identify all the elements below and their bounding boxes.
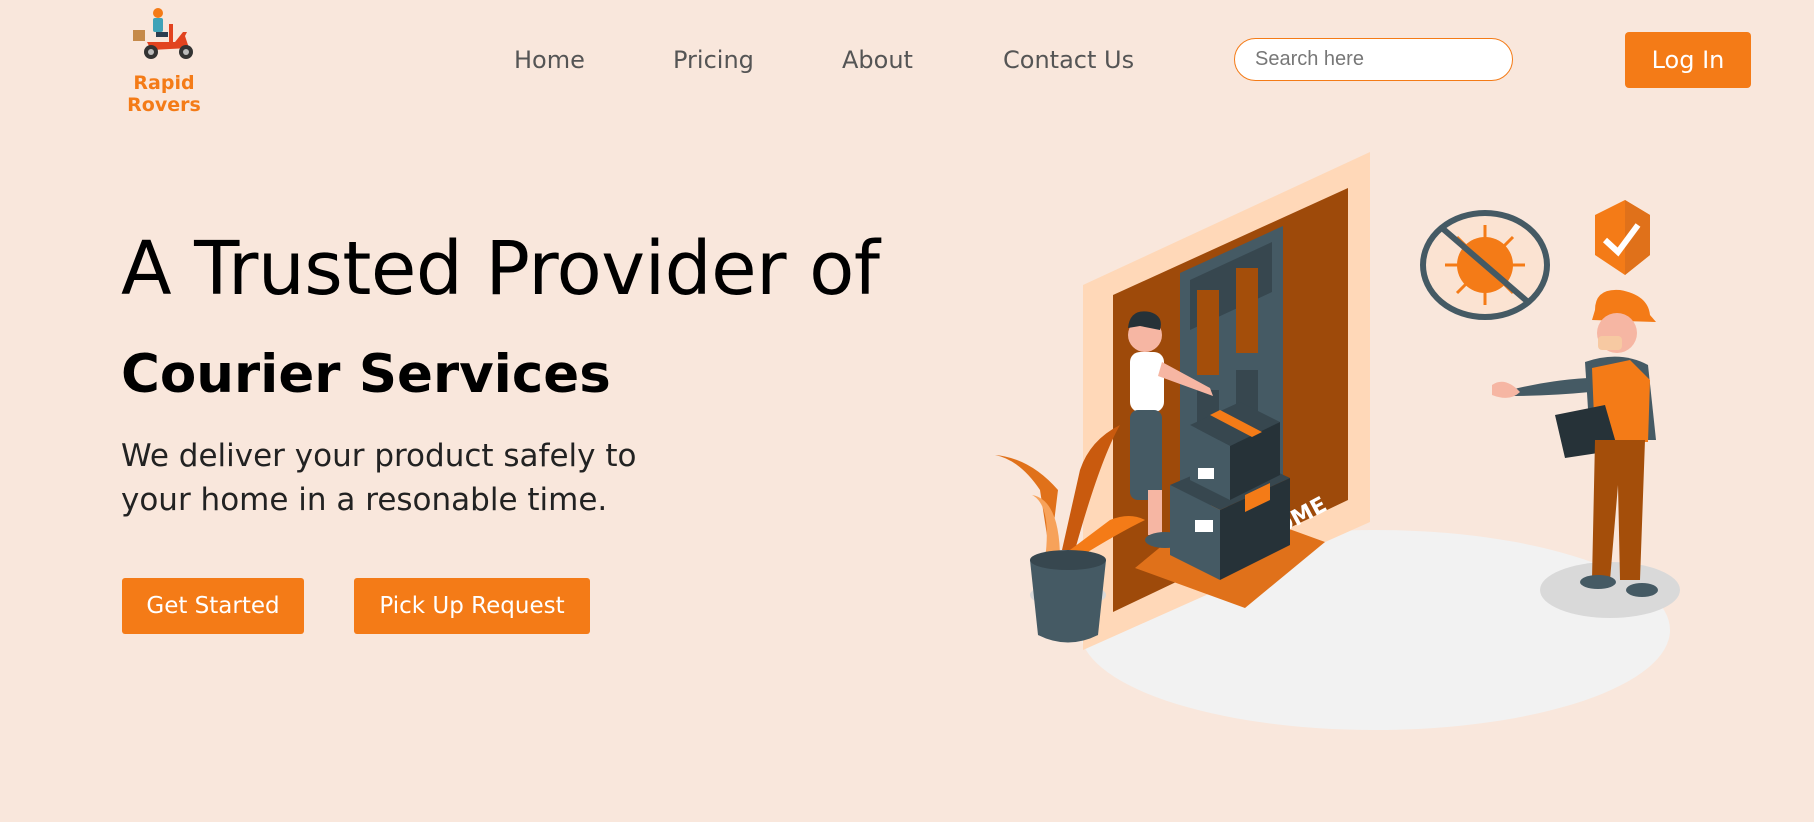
pick-up-request-button[interactable]: Pick Up Request xyxy=(354,578,590,634)
hero-headline: A Trusted Provider of xyxy=(121,226,880,312)
brand-logo[interactable]: Rapid Rovers xyxy=(96,6,232,116)
brand-name: Rapid Rovers xyxy=(127,72,201,116)
scooter-courier-icon xyxy=(133,8,193,59)
page: Rapid Rovers Home Pricing About Contact … xyxy=(0,0,1814,822)
login-button[interactable]: Log In xyxy=(1625,32,1751,88)
nav-item-home[interactable]: Home xyxy=(514,46,585,74)
courier-delivery-illustration: WELCOME xyxy=(980,140,1700,745)
nav-item-about[interactable]: About xyxy=(842,46,913,74)
hero-description: We deliver your product safely to your h… xyxy=(121,438,637,518)
get-started-button[interactable]: Get Started xyxy=(122,578,304,634)
nav-item-pricing[interactable]: Pricing xyxy=(673,46,754,74)
hero-subheadline: Courier Services xyxy=(121,344,611,405)
nav-item-contact-us[interactable]: Contact Us xyxy=(1003,46,1134,74)
illustration-svg: WELCOME xyxy=(995,152,1680,730)
search-input[interactable] xyxy=(1234,38,1513,81)
